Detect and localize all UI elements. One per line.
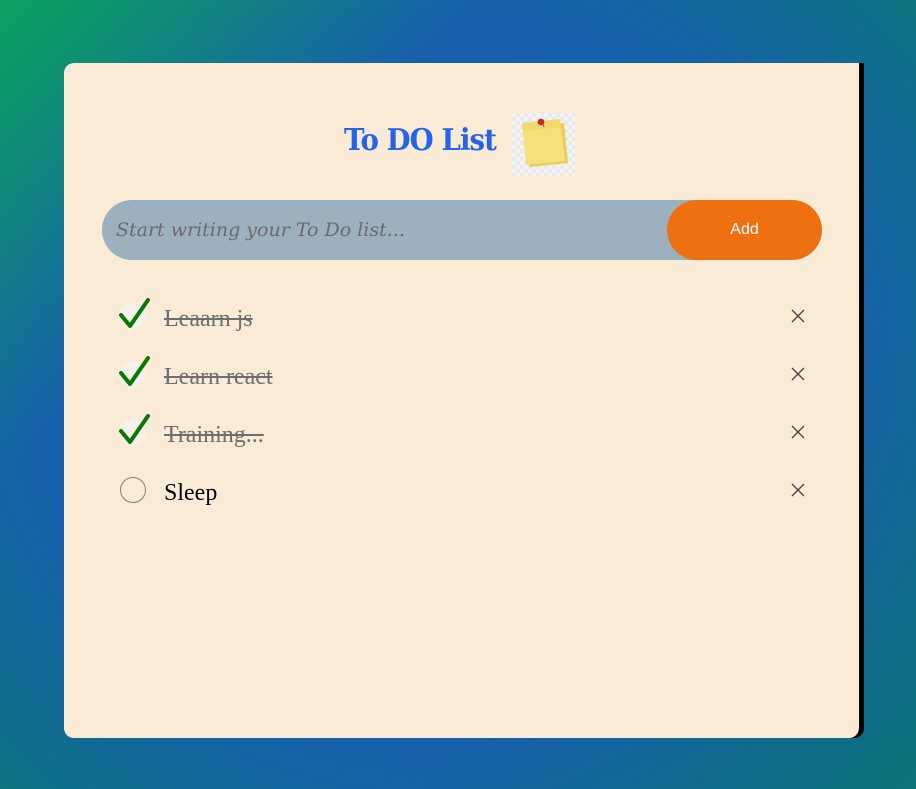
task-list: Leaarn js Learn react Training... Sleep xyxy=(118,298,808,531)
todo-card: To DO List Add Leaarn js xyxy=(64,63,859,738)
checked-icon[interactable] xyxy=(118,414,150,449)
task-label: Training... xyxy=(164,422,264,448)
task-label: Sleep xyxy=(164,480,218,506)
task-label: Learn react xyxy=(164,364,273,390)
task-input[interactable] xyxy=(102,200,672,260)
list-item: Sleep xyxy=(118,473,808,531)
close-icon[interactable] xyxy=(788,480,808,500)
sticky-notes-icon xyxy=(512,113,575,176)
list-item: Training... xyxy=(118,414,808,473)
header: To DO List xyxy=(64,113,859,176)
checked-icon[interactable] xyxy=(118,298,150,333)
task-label: Leaarn js xyxy=(164,306,253,332)
close-icon[interactable] xyxy=(788,306,808,326)
add-task-bar: Add xyxy=(102,200,822,260)
list-item: Learn react xyxy=(118,356,808,415)
close-icon[interactable] xyxy=(788,364,808,384)
unchecked-circle-icon[interactable] xyxy=(118,475,150,507)
list-item: Leaarn js xyxy=(118,298,808,357)
add-button[interactable]: Add xyxy=(667,200,822,260)
checked-icon[interactable] xyxy=(118,356,150,391)
close-icon[interactable] xyxy=(788,422,808,442)
page-title: To DO List xyxy=(344,123,497,158)
